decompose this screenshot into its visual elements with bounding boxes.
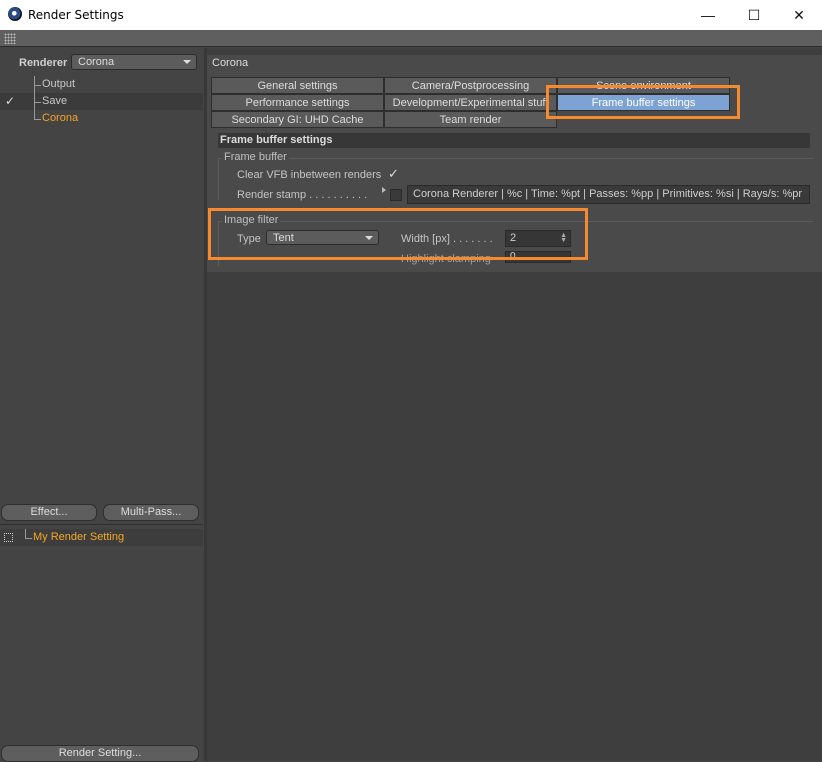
spinner-icon[interactable]: ▲ ▼ <box>560 232 567 244</box>
render-setting-item[interactable]: My Render Setting <box>0 529 203 546</box>
chevron-down-icon <box>365 236 373 240</box>
width-value: 2 <box>510 232 517 244</box>
divider <box>0 524 203 525</box>
group-rule <box>218 221 813 222</box>
tree-item-label: Save <box>42 95 68 107</box>
render-setting-name: My Render Setting <box>33 531 125 543</box>
right-panel: Corona General settings Camera/Postproce… <box>207 48 822 761</box>
panel-header: Corona <box>207 55 822 72</box>
tree-item-label: Output <box>42 78 76 90</box>
tab-camera-postprocessing[interactable]: Camera/Postprocessing <box>384 77 557 94</box>
check-icon[interactable]: ✓ <box>5 93 15 110</box>
close-button[interactable]: ✕ <box>776 0 822 30</box>
frame-buffer-group-title: Frame buffer <box>222 151 289 163</box>
settings-area: General settings Camera/Postprocessing S… <box>207 72 822 272</box>
window-title: Render Settings <box>28 8 124 22</box>
type-label: Type <box>237 233 261 245</box>
group-rule <box>218 158 219 200</box>
render-setting-button[interactable]: Render Setting... <box>1 745 199 762</box>
tree-connector <box>25 538 32 539</box>
image-filter-group-title: Image filter <box>222 214 281 226</box>
width-label: Width [px] . . . . . . . <box>401 233 493 245</box>
minimize-button[interactable]: — <box>685 0 731 30</box>
render-stamp-label: Render stamp . . . . . . . . . . <box>237 189 368 201</box>
clear-vfb-label: Clear VFB inbetween renders <box>237 169 382 181</box>
highlight-clamping-label: Highlight clamping <box>401 253 491 265</box>
tree-item-label: Corona <box>42 112 79 124</box>
toolstrip <box>0 30 822 47</box>
effect-button[interactable]: Effect... <box>1 504 97 521</box>
render-stamp-checkbox[interactable] <box>390 189 402 201</box>
title-bar: Render Settings — ☐ ✕ <box>0 0 822 30</box>
maximize-button[interactable]: ☐ <box>731 0 777 30</box>
grip-icon[interactable] <box>4 33 16 44</box>
filter-type-value: Tent <box>273 232 294 244</box>
group-rule <box>218 158 813 159</box>
renderer-dropdown[interactable]: Corona <box>71 54 197 70</box>
tab-scene-environment[interactable]: Scene environment <box>557 77 730 94</box>
renderer-value: Corona <box>78 56 115 68</box>
tab-secondary-gi-uhd-cache[interactable]: Secondary GI: UHD Cache <box>211 111 384 128</box>
chevron-down-icon <box>183 60 191 64</box>
tab-performance-settings[interactable]: Performance settings <box>211 94 384 111</box>
tree-connector <box>25 529 26 538</box>
multipass-button[interactable]: Multi-Pass... <box>103 504 199 521</box>
render-stamp-field[interactable]: Corona Renderer | %c | Time: %pt | Passe… <box>407 185 810 204</box>
tab-team-render[interactable]: Team render <box>384 111 557 128</box>
filter-type-dropdown[interactable]: Tent <box>266 230 379 245</box>
tree-connector <box>34 119 41 120</box>
clear-vfb-checkbox[interactable]: ✓ <box>388 166 399 182</box>
tree-item-corona[interactable]: Corona <box>0 110 203 127</box>
tree-connector <box>34 102 41 103</box>
section-title: Frame buffer settings <box>218 133 810 148</box>
highlight-clamping-value: 0 <box>510 251 516 262</box>
tab-frame-buffer-settings[interactable]: Frame buffer settings <box>557 94 730 111</box>
expand-icon[interactable] <box>4 533 13 542</box>
cinema4d-app-icon <box>8 7 22 21</box>
tree-connector <box>34 85 41 86</box>
tab-general-settings[interactable]: General settings <box>211 77 384 94</box>
animation-mark-icon[interactable] <box>382 187 386 193</box>
tree-item-save[interactable]: ✓ Save <box>0 93 203 110</box>
tab-development-experimental[interactable]: Development/Experimental stuff <box>384 94 557 111</box>
group-rule <box>218 221 219 266</box>
left-panel: Renderer Corona Output ✓ Save Corona Eff… <box>0 48 205 762</box>
renderer-label: Renderer <box>19 57 68 69</box>
highlight-clamping-input[interactable]: 0 <box>505 251 571 263</box>
width-input[interactable]: 2 ▲ ▼ <box>505 230 571 247</box>
tree-item-output[interactable]: Output <box>0 76 203 93</box>
